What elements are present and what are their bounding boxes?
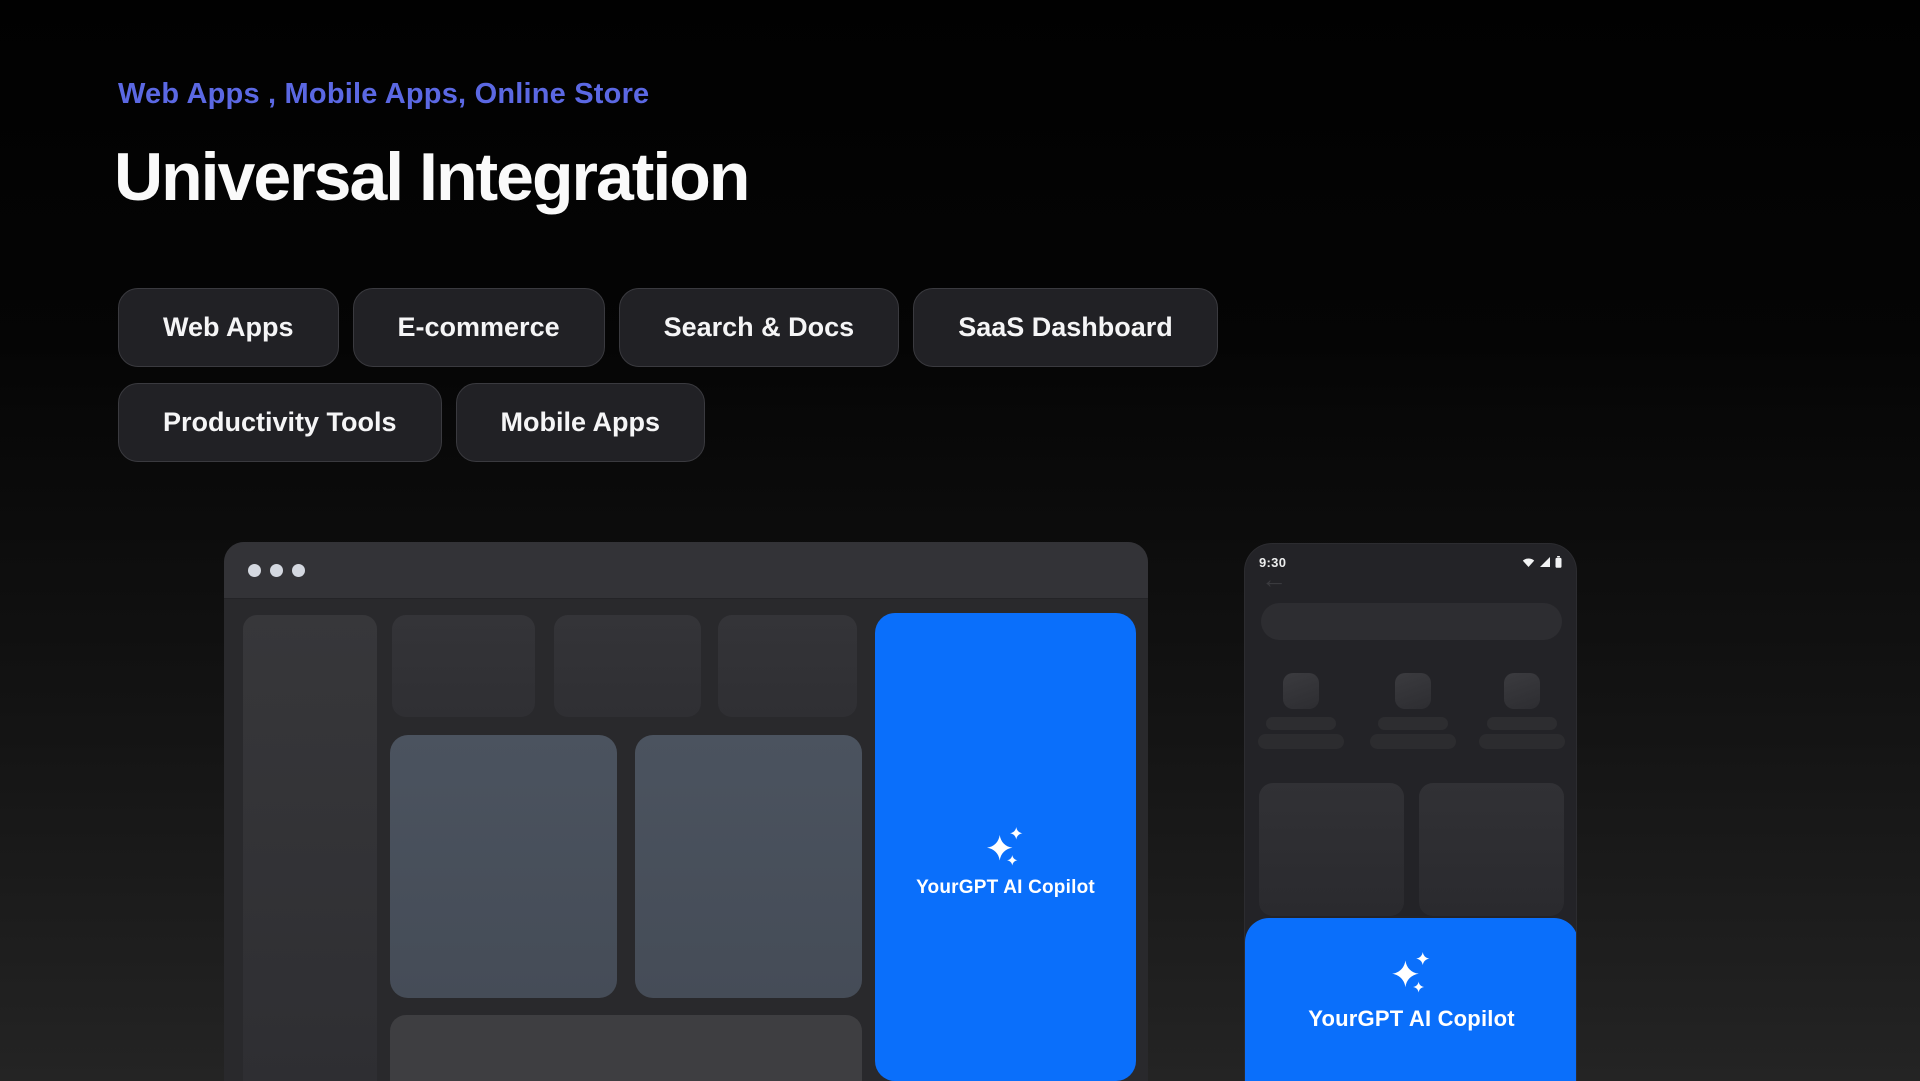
skeleton-icon-block	[1395, 673, 1431, 709]
hero-eyebrow: Web Apps , Mobile Apps, Online Store	[118, 80, 649, 109]
filter-pill-ecommerce[interactable]: E-commerce	[353, 288, 605, 367]
skeleton-line	[1479, 734, 1565, 749]
skeleton-wide-block	[390, 1015, 862, 1081]
copilot-label-mobile: YourGPT AI Copilot	[1308, 1006, 1514, 1032]
wifi-icon	[1522, 557, 1535, 568]
skeleton-line	[1378, 717, 1448, 730]
traffic-dots-icon	[248, 564, 305, 577]
browser-mockup: YourGPT AI Copilot	[224, 542, 1148, 1081]
window-dot-icon	[248, 564, 261, 577]
browser-titlebar	[224, 542, 1148, 599]
phone-status-bar: 9:30	[1259, 554, 1562, 570]
signal-icon	[1539, 557, 1551, 568]
search-bar-skeleton	[1261, 603, 1562, 640]
skeleton-line	[1487, 717, 1557, 730]
sparkles-icon	[1391, 951, 1433, 993]
skeleton-card-block	[1419, 783, 1564, 916]
copilot-label: YourGPT AI Copilot	[916, 877, 1095, 899]
battery-icon	[1555, 556, 1562, 568]
window-dot-icon	[270, 564, 283, 577]
skeleton-card-block	[390, 735, 617, 998]
filter-pill-search-docs[interactable]: Search & Docs	[619, 288, 900, 367]
filter-pill-saas-dashboard[interactable]: SaaS Dashboard	[913, 288, 1218, 367]
hero-section: Web Apps , Mobile Apps, Online Store Uni…	[0, 0, 1920, 1081]
sparkles-icon	[986, 826, 1026, 866]
skeleton-line	[1266, 717, 1336, 730]
skeleton-card-block	[635, 735, 862, 998]
skeleton-block	[554, 615, 701, 717]
skeleton-block	[718, 615, 857, 717]
status-icons	[1522, 556, 1562, 568]
skeleton-line	[1370, 734, 1456, 749]
filter-pill-productivity-tools[interactable]: Productivity Tools	[118, 383, 442, 462]
filter-pills: Web Apps E-commerce Search & Docs SaaS D…	[118, 288, 1318, 462]
skeleton-icon-block	[1283, 673, 1319, 709]
page-title: Universal Integration	[114, 143, 748, 211]
filter-pill-mobile-apps[interactable]: Mobile Apps	[456, 383, 706, 462]
phone-mockup: 9:30 ←	[1244, 543, 1577, 1081]
skeleton-sidebar-block	[243, 615, 377, 1081]
window-dot-icon	[292, 564, 305, 577]
copilot-panel-mobile-content: YourGPT AI Copilot	[1245, 951, 1577, 1032]
filter-pill-web-apps[interactable]: Web Apps	[118, 288, 339, 367]
skeleton-line	[1258, 734, 1344, 749]
copilot-panel: YourGPT AI Copilot	[875, 613, 1136, 1081]
skeleton-icon-block	[1504, 673, 1540, 709]
copilot-panel-content: YourGPT AI Copilot	[875, 826, 1136, 899]
copilot-panel-mobile: YourGPT AI Copilot	[1245, 918, 1577, 1081]
skeleton-card-block	[1259, 783, 1404, 916]
back-arrow-icon: ←	[1261, 566, 1287, 592]
skeleton-block	[392, 615, 535, 717]
